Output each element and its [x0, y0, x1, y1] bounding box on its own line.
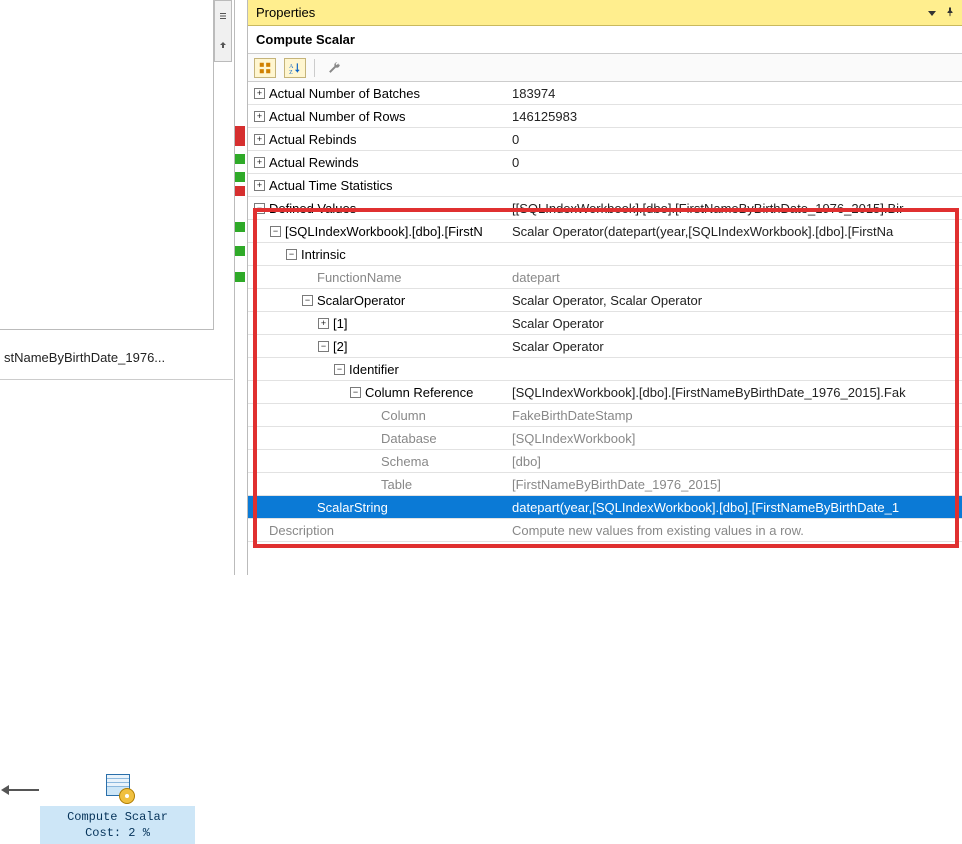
- property-row[interactable]: + [1] Scalar Operator: [248, 312, 962, 335]
- collapse-icon[interactable]: −: [270, 226, 281, 237]
- property-row[interactable]: −ScalarOperator Scalar Operator, Scalar O…: [248, 289, 962, 312]
- property-name: Actual Rewinds: [269, 155, 359, 170]
- plan-canvas-upper[interactable]: [0, 0, 214, 330]
- property-row[interactable]: Database [SQLIndexWorkbook]: [248, 427, 962, 450]
- property-grid[interactable]: + Actual Number of Batches 183974 + Actual N…: [248, 82, 962, 575]
- expand-icon[interactable]: +: [254, 134, 265, 145]
- property-row[interactable]: Description Compute new values from exist…: [248, 519, 962, 542]
- property-name: [1]: [333, 316, 347, 331]
- property-value: 146125983: [512, 109, 962, 124]
- property-name: Database: [381, 431, 437, 446]
- toolbar-separator: [314, 59, 315, 77]
- expand-icon[interactable]: +: [254, 180, 265, 191]
- property-value: Scalar Operator: [512, 339, 962, 354]
- property-row[interactable]: Column FakeBirthDateStamp: [248, 404, 962, 427]
- properties-subtitle: Compute Scalar: [248, 26, 962, 54]
- plan-operator-label: Compute Scalar Cost: 2 %: [40, 806, 195, 844]
- expand-icon[interactable]: +: [254, 157, 265, 168]
- property-value: Scalar Operator: [512, 316, 962, 331]
- collapse-icon[interactable]: −: [286, 249, 297, 260]
- property-name: Actual Number of Rows: [269, 109, 406, 124]
- property-value: FakeBirthDateStamp: [512, 408, 962, 423]
- property-name: FunctionName: [317, 270, 402, 285]
- property-value: 183974: [512, 86, 962, 101]
- property-row[interactable]: FunctionName datepart: [248, 266, 962, 289]
- property-row[interactable]: ScalarString datepart(year,[SQLIndexWorkb…: [248, 496, 962, 519]
- property-name: [SQLIndexWorkbook].[dbo].[FirstN: [285, 224, 483, 239]
- property-name: Column Reference: [365, 385, 473, 400]
- toolbar-float-handle[interactable]: [214, 0, 232, 62]
- panel-options-dropdown-icon[interactable]: [928, 11, 936, 16]
- property-value: datepart(year,[SQLIndexWorkbook].[dbo].[…: [512, 500, 962, 515]
- wrench-button[interactable]: [323, 58, 345, 78]
- property-row[interactable]: Schema [dbo]: [248, 450, 962, 473]
- properties-title: Properties: [256, 5, 315, 20]
- property-value: 0: [512, 155, 962, 170]
- property-name: Table: [381, 477, 412, 492]
- property-row[interactable]: + Actual Number of Rows 146125983: [248, 105, 962, 128]
- property-row[interactable]: + Actual Rebinds 0: [248, 128, 962, 151]
- property-row[interactable]: −[SQLIndexWorkbook].[dbo].[FirstN Scalar …: [248, 220, 962, 243]
- properties-panel: Properties Compute Scalar AZ + Actual Num…: [247, 0, 962, 575]
- property-value: [FirstNameByBirthDate_1976_2015]: [512, 477, 962, 492]
- collapse-icon[interactable]: −: [318, 341, 329, 352]
- collapse-icon[interactable]: −: [350, 387, 361, 398]
- compute-scalar-icon: [101, 774, 135, 804]
- property-value: datepart: [512, 270, 962, 285]
- property-value: [SQLIndexWorkbook].[dbo].[FirstNameByBir…: [512, 385, 962, 400]
- property-row[interactable]: −[2] Scalar Operator: [248, 335, 962, 358]
- query-plan-pane: stNameByBirthDate_1976... Compute Scalar…: [0, 0, 235, 575]
- collapse-icon[interactable]: −: [254, 203, 265, 214]
- property-value: Scalar Operator(datepart(year,[SQLIndexW…: [512, 224, 962, 239]
- property-name: Actual Time Statistics: [269, 178, 393, 193]
- property-name: Schema: [381, 454, 429, 469]
- property-value: 0: [512, 132, 962, 147]
- property-name: ScalarOperator: [317, 293, 405, 308]
- property-value: [[SQLIndexWorkbook].[dbo].[FirstNameByBi…: [512, 201, 962, 216]
- property-row[interactable]: + Actual Rewinds 0: [248, 151, 962, 174]
- property-value: [dbo]: [512, 454, 962, 469]
- property-value: Compute new values from existing values …: [512, 523, 962, 538]
- property-name: Intrinsic: [301, 247, 346, 262]
- svg-text:Z: Z: [289, 69, 293, 74]
- collapse-icon[interactable]: −: [334, 364, 345, 375]
- property-row[interactable]: −Column Reference [SQLIndexWorkbook].[dbo…: [248, 381, 962, 404]
- categorized-button[interactable]: [254, 58, 276, 78]
- property-row[interactable]: −Defined Values [[SQLIndexWorkbook].[dbo]…: [248, 197, 962, 220]
- properties-toolbar: AZ: [248, 54, 962, 82]
- plan-row-source-label: stNameByBirthDate_1976...: [0, 335, 233, 380]
- property-row[interactable]: + Actual Time Statistics: [248, 174, 962, 197]
- pin-icon[interactable]: [944, 6, 956, 21]
- property-name: [2]: [333, 339, 347, 354]
- property-name: ScalarString: [317, 500, 388, 515]
- property-name: Description: [269, 523, 334, 538]
- property-row[interactable]: Table [FirstNameByBirthDate_1976_2015]: [248, 473, 962, 496]
- property-row[interactable]: −Intrinsic: [248, 243, 962, 266]
- expand-icon[interactable]: +: [318, 318, 329, 329]
- property-name: Actual Number of Batches: [269, 86, 420, 101]
- expand-icon[interactable]: +: [254, 111, 265, 122]
- properties-titlebar[interactable]: Properties: [248, 0, 962, 26]
- plan-operator-node[interactable]: Compute Scalar Cost: 2 %: [40, 774, 195, 844]
- collapse-icon[interactable]: −: [302, 295, 313, 306]
- property-row[interactable]: + Actual Number of Batches 183974: [248, 82, 962, 105]
- alphabetical-button[interactable]: AZ: [284, 58, 306, 78]
- plan-canvas-lower[interactable]: Compute Scalar Cost: 2 %: [0, 380, 234, 575]
- property-name: Column: [381, 408, 426, 423]
- svg-text:A: A: [289, 64, 294, 70]
- property-value: Scalar Operator, Scalar Operator: [512, 293, 962, 308]
- diff-gutter: [235, 0, 247, 575]
- property-name: Identifier: [349, 362, 399, 377]
- property-row[interactable]: −Identifier: [248, 358, 962, 381]
- plan-flow-arrow: [3, 789, 39, 791]
- property-name: Actual Rebinds: [269, 132, 356, 147]
- property-value: [SQLIndexWorkbook]: [512, 431, 962, 446]
- property-name: Defined Values: [269, 201, 356, 216]
- expand-icon[interactable]: +: [254, 88, 265, 99]
